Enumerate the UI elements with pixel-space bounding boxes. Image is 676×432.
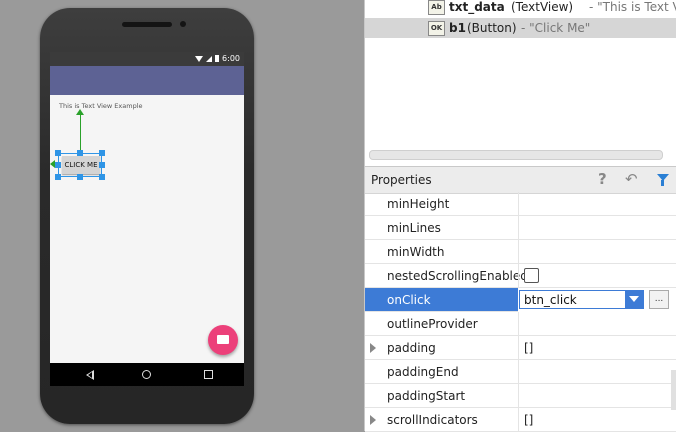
status-bar: 6:00	[50, 52, 244, 66]
text-view[interactable]: This is Text View Example	[59, 102, 143, 110]
property-name: onClick	[387, 293, 431, 307]
tree-item-value: - "Click Me"	[521, 21, 591, 35]
resize-handle-top-right[interactable]	[99, 150, 105, 156]
front-camera	[180, 21, 186, 27]
design-preview: 6:00 This is Text View Example CLICK ME	[0, 0, 364, 431]
property-row[interactable]: paddingStart	[365, 384, 676, 408]
inspector-panel: Ab txt_data (TextView) - "This is Text V…	[364, 0, 676, 432]
property-name: paddingStart	[387, 389, 466, 403]
property-row[interactable]: outlineProvider	[365, 312, 676, 336]
app-bar	[50, 66, 244, 95]
horizontal-scrollbar[interactable]	[369, 150, 663, 160]
tree-item-type: (Button)	[467, 21, 517, 35]
battery-icon	[215, 55, 220, 62]
resize-handle-right[interactable]	[99, 162, 105, 168]
properties-title: Properties	[371, 173, 432, 187]
floating-action-button[interactable]	[208, 325, 238, 355]
wifi-icon	[195, 55, 204, 62]
resize-handle-bottom-right[interactable]	[99, 174, 105, 180]
resize-handle-left[interactable]	[55, 162, 61, 168]
device-frame: 6:00 This is Text View Example CLICK ME	[40, 8, 254, 424]
click-me-button[interactable]: CLICK ME	[62, 156, 100, 174]
property-value-cell[interactable]: []	[518, 336, 676, 360]
resize-handle-bottom[interactable]	[77, 174, 83, 180]
more-options-button[interactable]: ...	[649, 290, 669, 309]
expand-arrow-icon[interactable]	[370, 415, 376, 425]
tree-item-b1[interactable]: OK b1 (Button) - "Click Me"	[365, 18, 676, 38]
constraint-top-arrow-icon	[76, 109, 84, 115]
resize-handle-bottom-left[interactable]	[55, 174, 61, 180]
tree-item-name: txt_data	[449, 0, 505, 14]
onclick-combobox[interactable]: btn_click	[519, 290, 644, 309]
property-name: minWidth	[387, 245, 445, 259]
resize-handle-top[interactable]	[77, 150, 83, 156]
nested-scrolling-checkbox[interactable]	[524, 268, 539, 283]
property-value: []	[524, 341, 534, 355]
status-time: 6:00	[222, 54, 240, 63]
vertical-scrollbar[interactable]	[671, 370, 676, 410]
tree-item-type: (TextView)	[511, 0, 574, 14]
navigation-bar	[50, 363, 244, 386]
email-icon	[217, 335, 229, 344]
property-name: nestedScrollingEnabled	[387, 269, 528, 283]
property-row[interactable]: minWidth	[365, 240, 676, 264]
property-row[interactable]: padding []	[365, 336, 676, 360]
property-row[interactable]: nestedScrollingEnabled	[365, 264, 676, 288]
property-row[interactable]: scrollIndicators []	[365, 408, 676, 432]
property-value: []	[524, 413, 534, 427]
signal-icon	[206, 55, 213, 62]
property-name: scrollIndicators	[387, 413, 478, 427]
property-value-cell[interactable]	[518, 192, 676, 216]
onclick-value[interactable]: btn_click	[524, 293, 577, 307]
speaker-grille	[122, 22, 172, 27]
undo-icon[interactable]: ↶	[625, 170, 638, 188]
tree-item-name: b1	[449, 21, 466, 35]
constraint-top-line	[80, 115, 81, 153]
back-icon[interactable]	[86, 370, 94, 380]
help-icon[interactable]: ?	[598, 170, 607, 188]
property-value-cell[interactable]: btn_click ...	[518, 288, 676, 312]
recent-apps-icon[interactable]	[204, 370, 213, 379]
property-value-cell[interactable]	[518, 312, 676, 336]
properties-header: Properties ? ↶	[365, 166, 676, 194]
property-name: padding	[387, 341, 436, 355]
property-row[interactable]: minHeight	[365, 192, 676, 216]
textview-icon: Ab	[428, 0, 445, 15]
property-value-cell[interactable]	[518, 216, 676, 240]
property-name: outlineProvider	[387, 317, 478, 331]
resize-handle-top-left[interactable]	[55, 150, 61, 156]
filter-icon[interactable]	[657, 174, 669, 186]
property-name: minHeight	[387, 197, 450, 211]
property-name: minLines	[387, 221, 441, 235]
property-row[interactable]: minLines	[365, 216, 676, 240]
tree-item-value: - "This is Text View Exa	[589, 0, 676, 14]
tree-item-txt-data[interactable]: Ab txt_data (TextView) - "This is Text V…	[365, 0, 676, 17]
property-value-cell[interactable]	[518, 360, 676, 384]
property-value-cell[interactable]	[518, 264, 676, 288]
property-row[interactable]: paddingEnd	[365, 360, 676, 384]
home-icon[interactable]	[142, 370, 151, 379]
chevron-down-icon[interactable]	[625, 291, 643, 308]
property-row-onclick[interactable]: onClick btn_click ...	[365, 288, 676, 312]
expand-arrow-icon[interactable]	[370, 343, 376, 353]
property-name: paddingEnd	[387, 365, 459, 379]
property-value-cell[interactable]	[518, 384, 676, 408]
property-value-cell[interactable]	[518, 240, 676, 264]
button-icon: OK	[428, 21, 445, 36]
property-value-cell[interactable]: []	[518, 408, 676, 432]
device-screen: 6:00 This is Text View Example CLICK ME	[50, 52, 244, 386]
component-tree: Ab txt_data (TextView) - "This is Text V…	[365, 0, 676, 166]
